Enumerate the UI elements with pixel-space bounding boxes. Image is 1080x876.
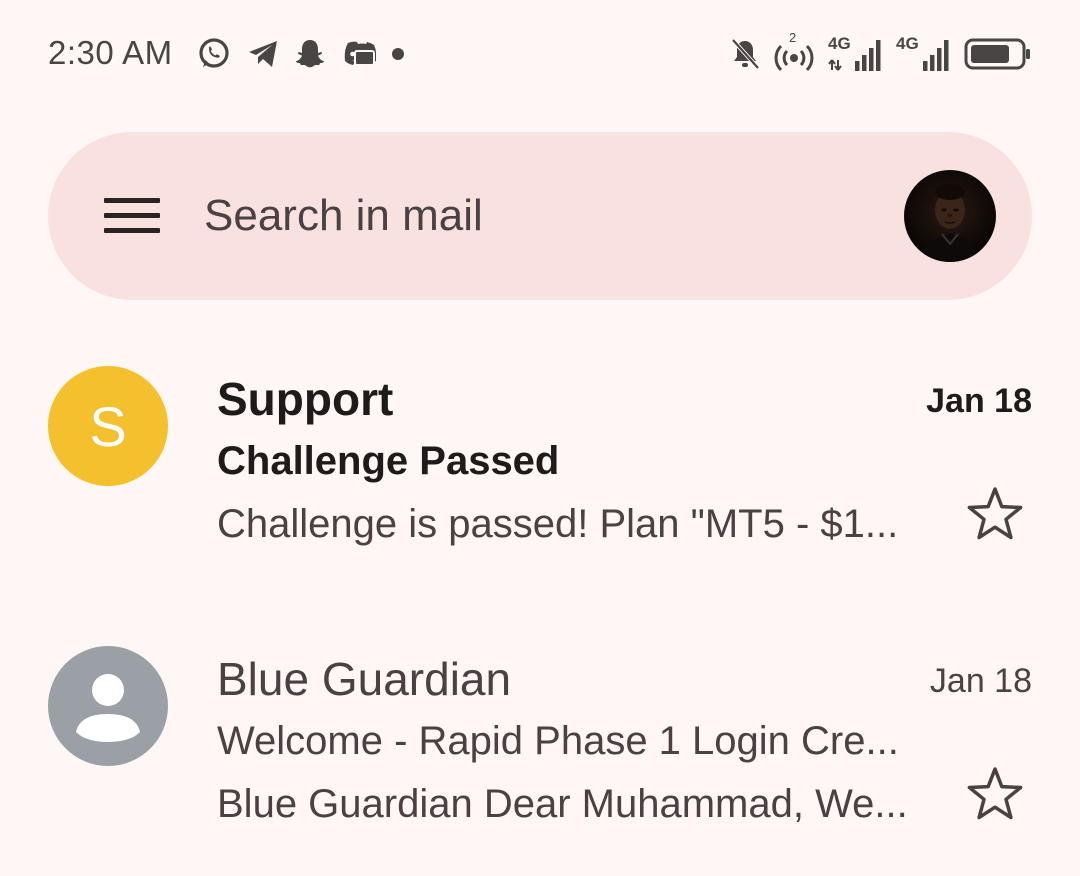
email-snippet: Challenge is passed! Plan "MT5 - $1...: [217, 502, 899, 546]
sender-avatar: S: [48, 366, 168, 486]
signal-4g-icon: [828, 40, 881, 71]
hamburger-menu-icon[interactable]: [104, 198, 160, 234]
telegram-icon: [249, 41, 277, 67]
sender-avatar-letter: S: [89, 394, 127, 458]
status-time: 2:30 AM: [48, 34, 173, 71]
bell-off-icon: [731, 38, 760, 70]
search-bar[interactable]: [48, 132, 1032, 300]
account-avatar[interactable]: [904, 170, 996, 262]
hotspot-count: 2: [789, 30, 797, 45]
star-icon[interactable]: [964, 484, 1026, 546]
search-input[interactable]: [204, 186, 844, 246]
signal-4g-icon: [923, 40, 949, 71]
email-subject: Welcome - Rapid Phase 1 Login Cre...: [217, 719, 899, 763]
discord-icon: [344, 41, 376, 66]
sender-name: Support: [217, 373, 394, 425]
email-snippet: Blue Guardian Dear Muhammad, We...: [217, 782, 908, 826]
whatsapp-icon: [199, 38, 229, 68]
battery-icon: [964, 38, 1030, 70]
person-icon: [76, 674, 140, 742]
email-list-item[interactable]: Blue Guardian Jan 18 Welcome - Rapid Pha…: [0, 630, 1080, 850]
star-icon[interactable]: [964, 764, 1026, 826]
signal-indicator-1: 4G: [828, 34, 884, 74]
email-date: Jan 18: [929, 662, 1032, 700]
dot-icon: [392, 48, 404, 60]
sender-name: Blue Guardian: [217, 653, 512, 705]
hotspot-indicator: 2: [772, 30, 816, 74]
sender-avatar: [48, 646, 168, 766]
status-bar: 2:30 AM 2 4G 4G: [0, 0, 1080, 110]
email-date: Jan 18: [926, 382, 1032, 420]
status-app-icons: [196, 34, 406, 74]
profile-photo-icon: [904, 170, 996, 262]
email-subject: Challenge Passed: [217, 439, 560, 483]
status-system-icons: 2 4G 4G: [730, 30, 1032, 76]
email-list-item[interactable]: S Support Jan 18 Challenge Passed Challe…: [0, 350, 1080, 570]
signal-indicator-2: 4G: [896, 34, 952, 74]
snapchat-icon: [296, 40, 324, 68]
